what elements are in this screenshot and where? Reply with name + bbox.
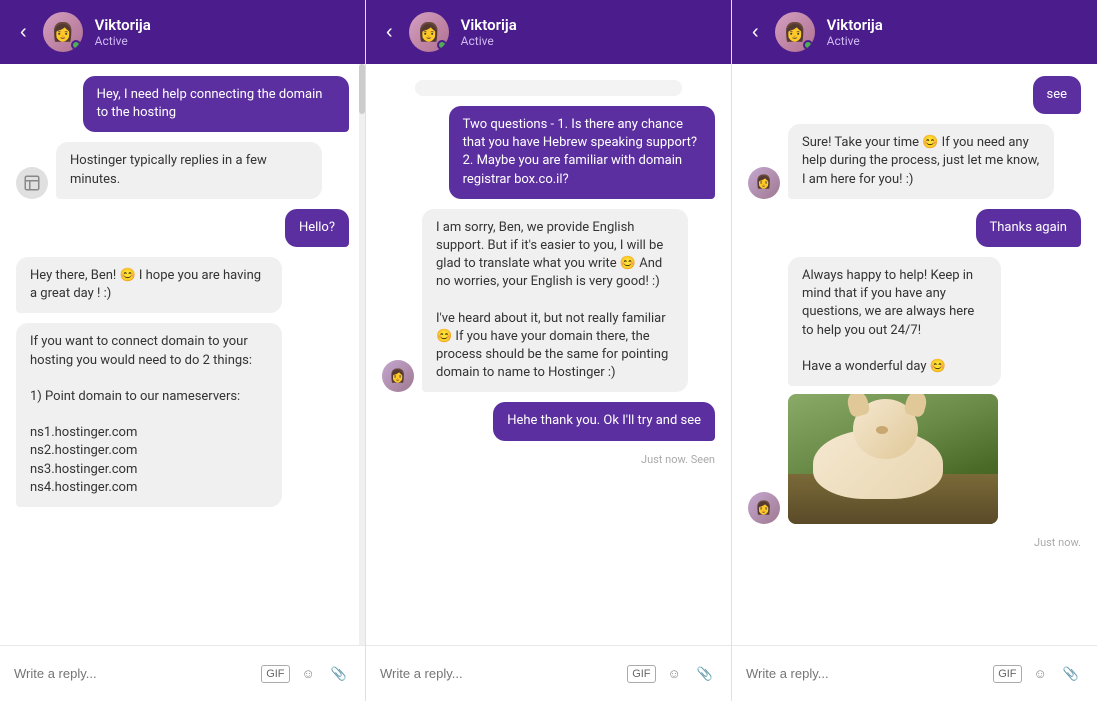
message-row: Thanks again (748, 209, 1081, 247)
header-info-3: Viktorija Active (827, 16, 1081, 48)
faded-message (415, 80, 681, 96)
header-status-1: Active (95, 34, 349, 48)
message-row: Hello? (16, 209, 349, 247)
chat-input-2[interactable] (380, 666, 619, 681)
status-dot-3 (803, 40, 813, 50)
avatar-3: 👩 (775, 12, 815, 52)
back-button-1[interactable]: ‹ (16, 21, 31, 44)
chat-input-1[interactable] (14, 666, 253, 681)
messages-area-3: see 👩 Sure! Take your time 😊 If you need… (732, 64, 1097, 645)
messages-area-2: Two questions - 1. Is there any chance t… (366, 64, 731, 645)
avatar-2: 👩 (409, 12, 449, 52)
message-row: If you want to connect domain to your ho… (16, 323, 349, 507)
header-name-1: Viktorija (95, 16, 349, 34)
message-row: 👩 Always happy to help! Keep in mind tha… (748, 257, 1081, 524)
avatar-small-3a: 👩 (748, 167, 780, 199)
message-bubble: Sure! Take your time 😊 If you need any h… (788, 124, 1054, 199)
header-name-2: Viktorija (461, 16, 715, 34)
message-row: 👩 Sure! Take your time 😊 If you need any… (748, 124, 1081, 199)
bot-icon (16, 167, 48, 199)
back-button-2[interactable]: ‹ (382, 21, 397, 44)
attach-button-1[interactable]: 📎 (327, 664, 351, 684)
chat-header-3: ‹ 👩 Viktorija Active (732, 0, 1097, 64)
chat-panel-3: ‹ 👩 Viktorija Active see 👩 Sure! Take yo… (732, 0, 1097, 701)
emoji-button-2[interactable]: ☺ (664, 664, 685, 683)
gif-button-2[interactable]: GIF (627, 665, 655, 683)
message-bubble: Hello? (285, 209, 349, 247)
chat-input-area-2: GIF ☺ 📎 (366, 645, 731, 701)
gif-button-3[interactable]: GIF (993, 665, 1021, 683)
message-row: Hey there, Ben! 😊 I hope you are having … (16, 257, 349, 313)
message-bubble: Thanks again (976, 209, 1081, 247)
message-row: see (748, 76, 1081, 114)
message-bubble: I am sorry, Ben, we provide English supp… (422, 209, 688, 393)
chat-input-3[interactable] (746, 666, 985, 681)
header-info-1: Viktorija Active (95, 16, 349, 48)
message-bubble: Hehe thank you. Ok I'll try and see (493, 402, 715, 440)
back-button-3[interactable]: ‹ (748, 21, 763, 44)
emoji-button-1[interactable]: ☺ (298, 664, 319, 683)
header-status-2: Active (461, 34, 715, 48)
avatar-small-2: 👩 (382, 360, 414, 392)
messages-area-1: Hey, I need help connecting the domain t… (0, 64, 365, 645)
gif-button-1[interactable]: GIF (261, 665, 289, 683)
header-info-2: Viktorija Active (461, 16, 715, 48)
message-row: Hostinger typically replies in a few min… (16, 142, 349, 198)
message-row: Hey, I need help connecting the domain t… (16, 76, 349, 132)
chat-input-area-1: GIF ☺ 📎 (0, 645, 365, 701)
message-meta-2: Just now. Seen (382, 453, 715, 466)
status-dot-1 (71, 40, 81, 50)
header-name-3: Viktorija (827, 16, 1081, 34)
message-bubble: Always happy to help! Keep in mind that … (788, 257, 1001, 386)
message-bubble: Two questions - 1. Is there any chance t… (449, 106, 715, 199)
message-bubble: Hey there, Ben! 😊 I hope you are having … (16, 257, 282, 313)
chat-header-1: ‹ 👩 Viktorija Active (0, 0, 365, 64)
chat-input-area-3: GIF ☺ 📎 (732, 645, 1097, 701)
chat-panel-2: ‹ 👩 Viktorija Active Two questions - 1. … (366, 0, 732, 701)
scrollbar-track[interactable] (359, 64, 365, 645)
message-with-image: Always happy to help! Keep in mind that … (788, 257, 1054, 524)
dog-image (788, 394, 998, 524)
avatar-small-3b: 👩 (748, 492, 780, 524)
message-row: Two questions - 1. Is there any chance t… (382, 106, 715, 199)
scrollbar-thumb[interactable] (359, 64, 365, 114)
emoji-button-3[interactable]: ☺ (1030, 664, 1051, 683)
message-row: Hehe thank you. Ok I'll try and see (382, 402, 715, 440)
message-meta-3: Just now. (748, 536, 1081, 549)
chat-header-2: ‹ 👩 Viktorija Active (366, 0, 731, 64)
attach-button-3[interactable]: 📎 (1059, 664, 1083, 684)
attach-button-2[interactable]: 📎 (693, 664, 717, 684)
message-row: 👩 I am sorry, Ben, we provide English su… (382, 209, 715, 393)
message-bubble: If you want to connect domain to your ho… (16, 323, 282, 507)
avatar-1: 👩 (43, 12, 83, 52)
header-status-3: Active (827, 34, 1081, 48)
message-bubble: Hey, I need help connecting the domain t… (83, 76, 349, 132)
chat-panel-1: ‹ 👩 Viktorija Active Hey, I need help co… (0, 0, 366, 701)
status-dot-2 (437, 40, 447, 50)
message-bubble: Hostinger typically replies in a few min… (56, 142, 322, 198)
message-bubble: see (1033, 76, 1082, 114)
